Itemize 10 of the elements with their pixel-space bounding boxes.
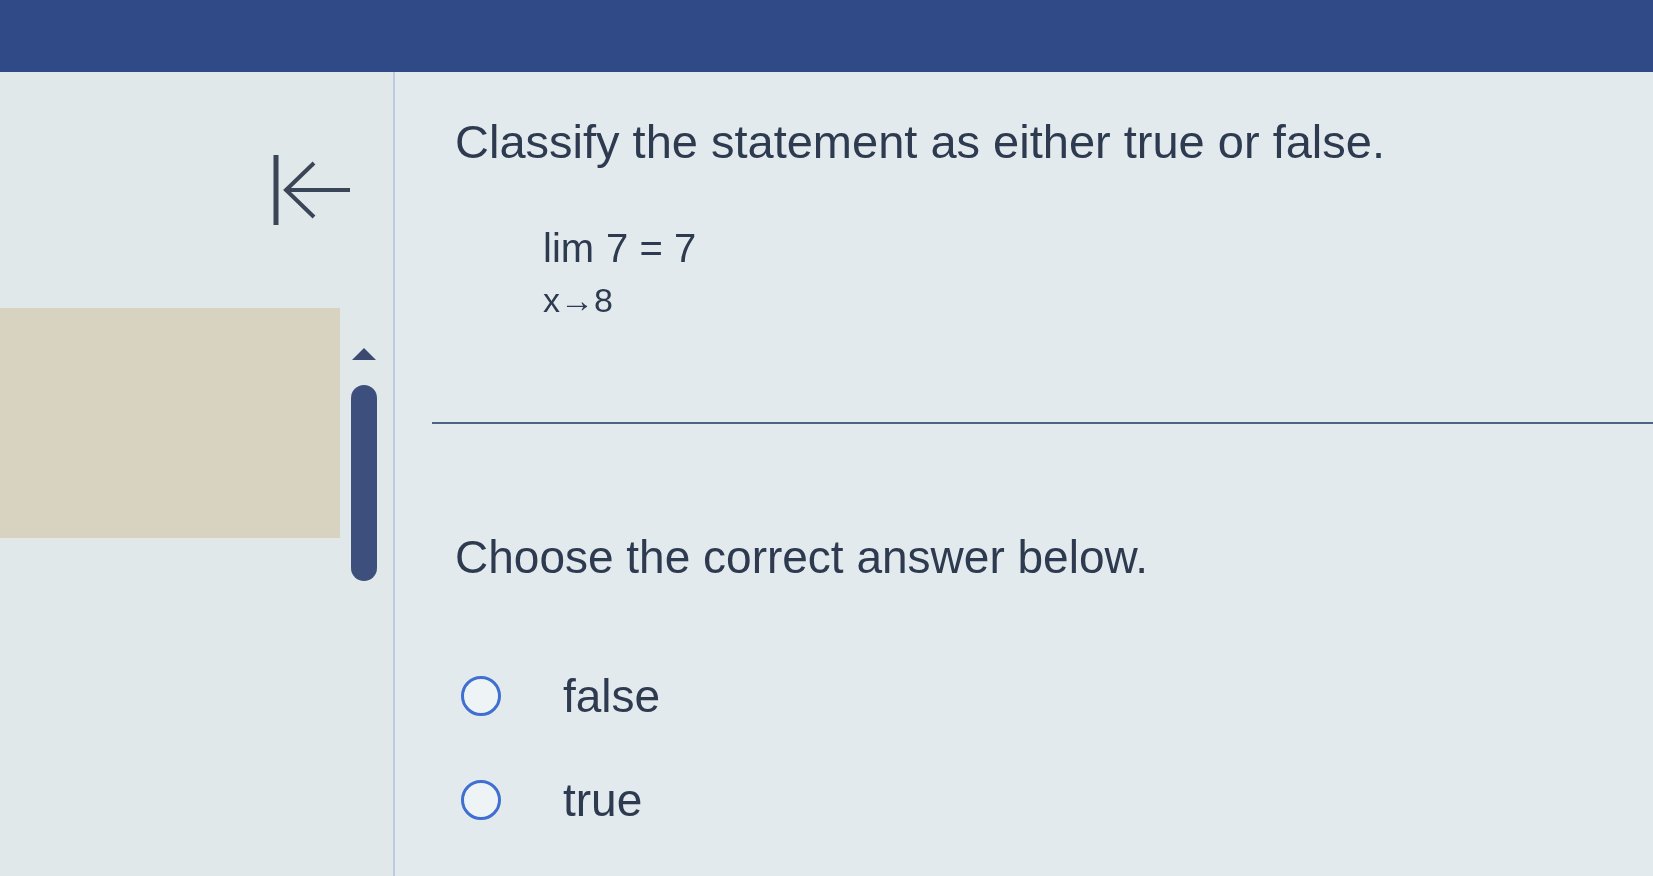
limit-subscript: x→8	[543, 284, 613, 316]
radio-button[interactable]	[461, 780, 501, 820]
scrollbar-thumb[interactable]	[351, 385, 377, 581]
option-label[interactable]: false	[563, 673, 661, 719]
radio-button[interactable]	[461, 676, 501, 716]
instruction-text: Choose the correct answer below.	[455, 534, 1148, 580]
option-label[interactable]: true	[563, 777, 643, 823]
limit-operator: lim	[543, 228, 595, 268]
scroll-up-arrow-icon[interactable]	[352, 348, 376, 360]
limit-expression: 7 = 7	[606, 228, 697, 268]
